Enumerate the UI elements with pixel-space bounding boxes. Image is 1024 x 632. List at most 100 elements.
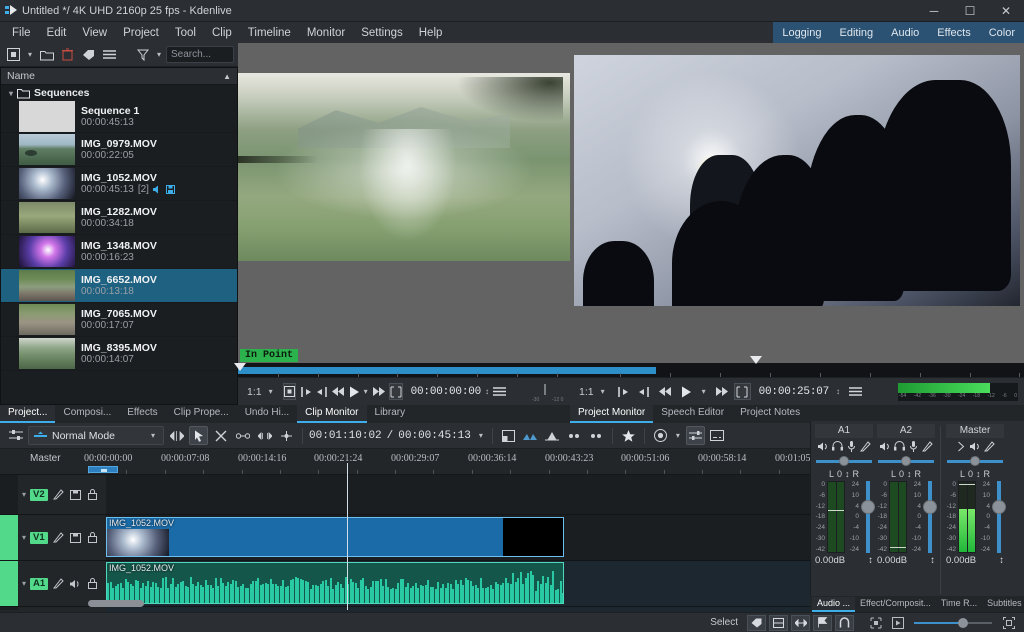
add-folder-icon[interactable] bbox=[37, 45, 56, 64]
tab-compositions[interactable]: Composi... bbox=[55, 405, 119, 423]
db-stepper-icon[interactable]: ↕ bbox=[999, 555, 1004, 566]
track-body-v1[interactable]: IMG_1052.MOV bbox=[106, 515, 810, 560]
subtitle-icon[interactable] bbox=[708, 426, 727, 445]
chevron-down-icon[interactable]: ▾ bbox=[9, 89, 13, 98]
tag-icon[interactable] bbox=[79, 45, 98, 64]
chevron-down-icon[interactable]: ▾ bbox=[476, 431, 486, 441]
pan-slider[interactable] bbox=[947, 455, 1003, 467]
tab-library[interactable]: Library bbox=[367, 405, 414, 423]
tab-effect-compositing[interactable]: Effect/Composit... bbox=[855, 597, 936, 612]
tab-project-monitor[interactable]: Project Monitor bbox=[570, 405, 653, 423]
menu-icon[interactable] bbox=[493, 383, 506, 400]
track-header-v1[interactable]: ▾ V1 bbox=[18, 515, 106, 560]
tab-undo-history[interactable]: Undo Hi... bbox=[237, 405, 297, 423]
timeline-horizontal-scrollbar[interactable] bbox=[88, 600, 144, 607]
chevron-down-icon[interactable]: ▾ bbox=[22, 490, 26, 499]
pan-value[interactable]: 0 bbox=[899, 469, 904, 479]
timecode-stepper-icon[interactable]: ↕ bbox=[833, 387, 843, 396]
pan-stepper-icon[interactable]: ↕ bbox=[845, 469, 850, 479]
fit-zoom-icon[interactable] bbox=[791, 615, 810, 631]
timeline-ruler[interactable]: Master 00:00:00:00 00:00:07:08 00:00:14:… bbox=[0, 449, 810, 475]
play-icon[interactable] bbox=[678, 383, 695, 400]
menu-file[interactable]: File bbox=[4, 25, 39, 41]
pan-slider-knob[interactable] bbox=[839, 456, 849, 466]
mute-icon[interactable] bbox=[969, 440, 981, 452]
mixer-icon[interactable] bbox=[6, 426, 25, 445]
timeline-clip-audio[interactable]: IMG_1052.MOV bbox=[106, 562, 564, 604]
rewind-icon[interactable] bbox=[657, 383, 674, 400]
rewind-icon[interactable] bbox=[332, 383, 345, 400]
hide-video-icon[interactable] bbox=[69, 531, 82, 544]
menu-icon[interactable] bbox=[847, 383, 864, 400]
layout-tab-logging[interactable]: Logging bbox=[773, 22, 830, 43]
mic-icon[interactable] bbox=[907, 440, 919, 452]
effect-icon[interactable] bbox=[859, 440, 871, 452]
extract-icon[interactable] bbox=[587, 426, 606, 445]
delete-icon[interactable] bbox=[58, 45, 77, 64]
bin-column-header[interactable]: Name ▲ bbox=[1, 68, 237, 85]
timeline-zone-marker[interactable] bbox=[88, 466, 118, 473]
clip-monitor-scrubbar[interactable] bbox=[238, 363, 570, 377]
forward-icon[interactable] bbox=[713, 383, 730, 400]
menu-timeline[interactable]: Timeline bbox=[240, 25, 299, 41]
timeline-preview-icon[interactable] bbox=[866, 615, 885, 631]
volume-fader[interactable] bbox=[992, 481, 1006, 553]
layout-tab-editing[interactable]: Editing bbox=[830, 22, 882, 43]
pointer-tool-icon[interactable] bbox=[189, 426, 208, 445]
mute-icon[interactable] bbox=[817, 440, 829, 452]
effect-icon[interactable] bbox=[52, 488, 65, 501]
mic-icon[interactable] bbox=[845, 440, 857, 452]
clip-monitor-timecode[interactable]: 00:00:00:00 bbox=[411, 386, 481, 398]
tab-project-bin[interactable]: Project... bbox=[0, 405, 55, 423]
db-value[interactable]: 0.00dB bbox=[877, 555, 907, 566]
lock-icon[interactable] bbox=[86, 577, 99, 590]
volume-fader-knob[interactable] bbox=[861, 500, 875, 514]
selection-tool-icon[interactable] bbox=[167, 426, 186, 445]
chevron-down-icon[interactable]: ▾ bbox=[22, 579, 26, 588]
set-in-point-icon[interactable] bbox=[300, 383, 312, 400]
fit-zoom-icon[interactable] bbox=[283, 383, 296, 400]
pan-value[interactable]: 0 bbox=[837, 469, 842, 479]
search-input[interactable]: Search... bbox=[166, 46, 234, 63]
set-out-point-icon[interactable] bbox=[316, 383, 328, 400]
render-preview-icon[interactable] bbox=[888, 615, 907, 631]
effect-icon[interactable] bbox=[983, 440, 995, 452]
pan-stepper-icon[interactable]: ↕ bbox=[976, 469, 981, 479]
project-monitor-playhead[interactable] bbox=[750, 356, 762, 364]
clip-monitor-playhead[interactable] bbox=[234, 363, 246, 371]
project-monitor-video[interactable] bbox=[574, 55, 1020, 306]
pan-slider[interactable] bbox=[878, 455, 934, 467]
menu-edit[interactable]: Edit bbox=[39, 25, 75, 41]
zoom-fit-icon[interactable] bbox=[999, 615, 1018, 631]
lock-icon[interactable] bbox=[86, 531, 99, 544]
chevron-down-icon[interactable]: ▾ bbox=[266, 387, 276, 396]
audio-mix-icon[interactable] bbox=[686, 426, 705, 445]
volume-fader-knob[interactable] bbox=[992, 500, 1006, 514]
effect-icon[interactable] bbox=[52, 577, 65, 590]
lift-icon[interactable] bbox=[565, 426, 584, 445]
layout-tab-color[interactable]: Color bbox=[980, 22, 1024, 43]
menu-monitor[interactable]: Monitor bbox=[299, 25, 353, 41]
volume-fader[interactable] bbox=[923, 481, 937, 553]
project-monitor-zoom-select[interactable]: 1:1 ▾ bbox=[576, 385, 611, 399]
play-icon[interactable] bbox=[349, 383, 360, 400]
project-monitor-timecode[interactable]: 00:00:25:07 bbox=[759, 386, 829, 398]
add-clip-icon[interactable] bbox=[4, 45, 23, 64]
track-body-v2[interactable] bbox=[106, 475, 810, 514]
menu-help[interactable]: Help bbox=[411, 25, 451, 41]
list-item[interactable]: IMG_0979.MOV 00:00:22:05 bbox=[1, 133, 237, 167]
tab-effects[interactable]: Effects bbox=[119, 405, 165, 423]
tag-icon[interactable] bbox=[747, 615, 766, 631]
play-options-icon[interactable]: ▾ bbox=[364, 387, 368, 396]
headphone-icon[interactable] bbox=[893, 440, 905, 452]
tab-project-notes[interactable]: Project Notes bbox=[732, 405, 808, 423]
maximize-button[interactable]: ☐ bbox=[952, 0, 988, 22]
list-item[interactable]: Sequence 1 00:00:45:13 bbox=[1, 101, 237, 133]
effect-icon[interactable] bbox=[921, 440, 933, 452]
tab-clip-monitor[interactable]: Clip Monitor bbox=[297, 405, 366, 423]
razor-tool-icon[interactable] bbox=[211, 426, 230, 445]
menu-clip[interactable]: Clip bbox=[204, 25, 240, 41]
list-item[interactable]: IMG_1052.MOV 00:00:45:13 [2] bbox=[1, 167, 237, 201]
add-clip-dropdown-icon[interactable]: ▾ bbox=[25, 50, 35, 59]
zone-icon[interactable] bbox=[734, 383, 751, 400]
